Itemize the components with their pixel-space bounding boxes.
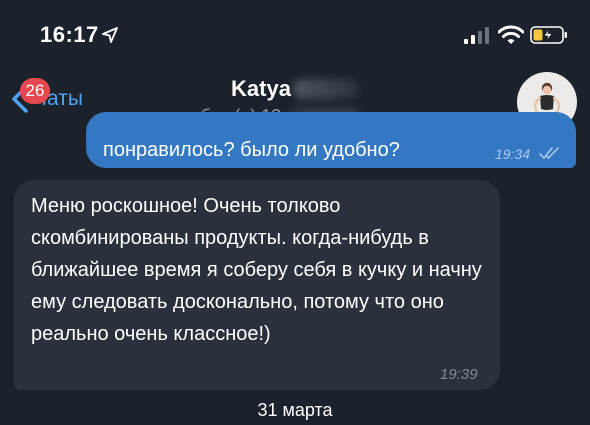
message-list[interactable]: понравилось? было ли удобно? 19:34 Меню … bbox=[0, 112, 590, 425]
location-arrow-icon bbox=[102, 27, 118, 43]
message-text: понравилось? было ли удобно? bbox=[103, 139, 400, 161]
chat-screen: 16:17 Чаты 26 Katya понравилось? было ли… bbox=[0, 0, 590, 425]
wifi-icon bbox=[498, 25, 524, 44]
cellular-signal-icon bbox=[464, 27, 489, 44]
incoming-message[interactable]: Меню роскошное! Очень толково скомбиниро… bbox=[14, 180, 500, 390]
status-bar: 16:17 bbox=[0, 0, 590, 62]
message-text: Меню роскошное! Очень толково скомбиниро… bbox=[31, 195, 482, 345]
battery-charging-icon bbox=[530, 26, 567, 44]
unread-badge: 26 bbox=[20, 78, 50, 104]
status-time: 16:17 bbox=[40, 22, 99, 47]
message-time: 19:39 bbox=[440, 366, 478, 383]
message-time: 19:34 bbox=[495, 146, 531, 162]
date-separator: 31 марта bbox=[257, 400, 333, 420]
double-check-icon bbox=[539, 147, 559, 159]
outgoing-message[interactable]: понравилось? было ли удобно? 19:34 bbox=[86, 112, 576, 168]
contact-name: Katya bbox=[231, 76, 291, 101]
name-redaction bbox=[292, 79, 359, 99]
